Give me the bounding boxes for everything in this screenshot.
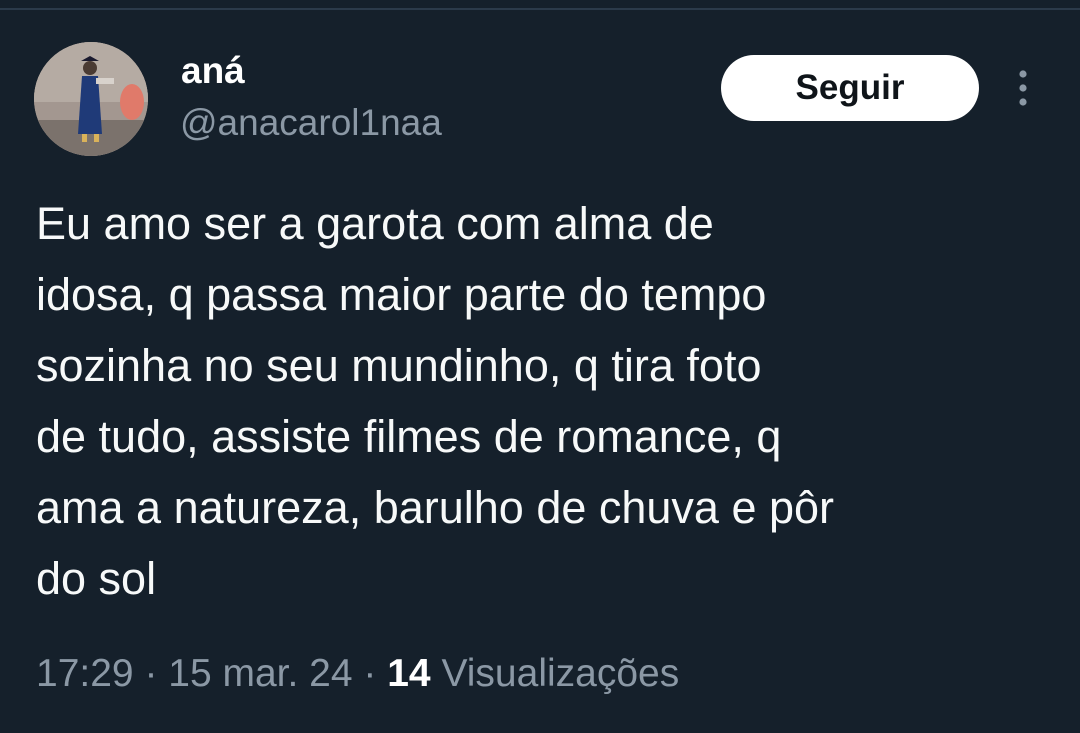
more-vertical-icon[interactable]: [1008, 66, 1038, 110]
views-count[interactable]: 14: [387, 652, 430, 696]
tweet-text: Eu amo ser a garota com alma de idosa, q…: [36, 198, 835, 604]
meta-separator: ·: [133, 652, 169, 695]
meta-separator: ·: [352, 652, 388, 695]
profile-photo-image: [34, 42, 148, 156]
top-divider: [0, 8, 1080, 10]
display-name[interactable]: aná: [181, 50, 245, 92]
tweet-meta: 17:29 · 15 mar. 24 · 14 Visualizações: [36, 652, 679, 696]
tweet-date[interactable]: 15 mar. 24: [168, 652, 352, 696]
tweet-card: aná @anacarol1naa Seguir Eu amo ser a ga…: [0, 0, 1080, 733]
avatar[interactable]: [34, 42, 148, 156]
views-label[interactable]: Visualizações: [431, 652, 679, 696]
user-handle[interactable]: @anacarol1naa: [180, 102, 442, 144]
tweet-time[interactable]: 17:29: [36, 652, 134, 696]
follow-button[interactable]: Seguir: [721, 55, 979, 121]
